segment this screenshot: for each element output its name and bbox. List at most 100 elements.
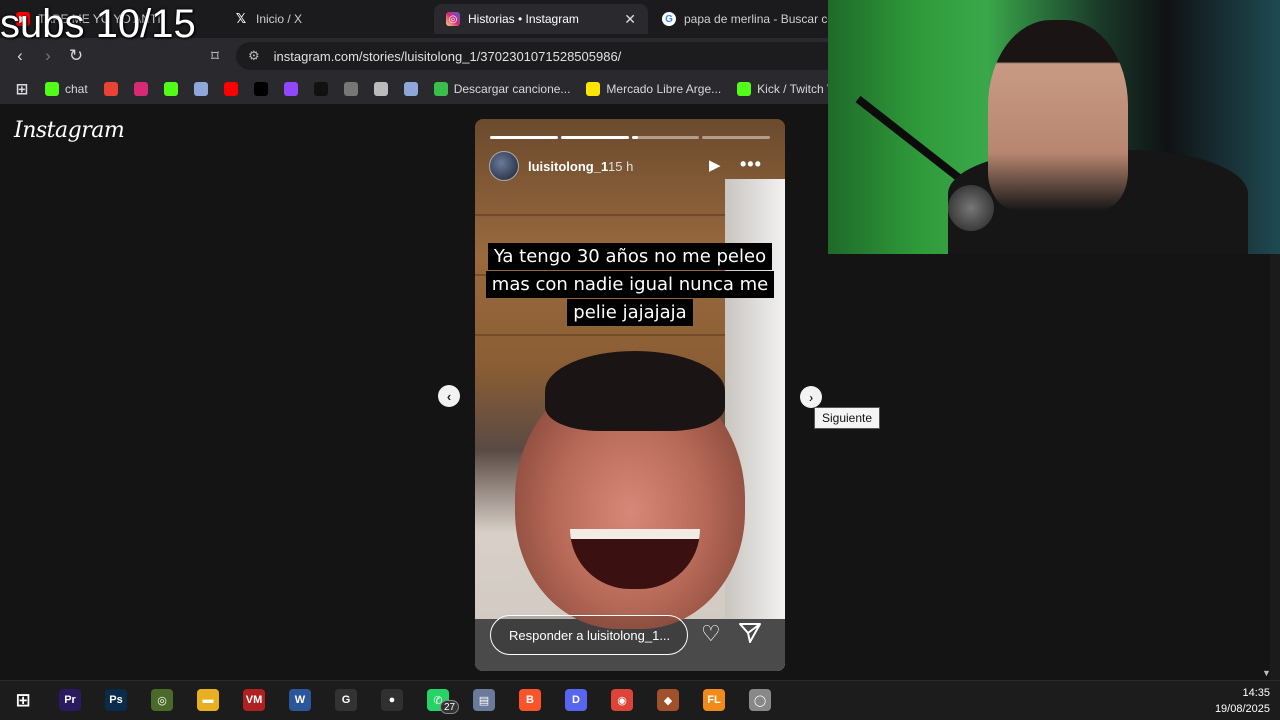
app-mouse-icon[interactable]: ◯ (749, 689, 771, 711)
bookmark-item[interactable] (279, 80, 303, 98)
logitech-icon[interactable]: G (335, 689, 357, 711)
tab-instagram-stories[interactable]: ◎ Historias • Instagram ✕ (434, 4, 648, 34)
instagram-icon (133, 82, 148, 96)
brave-icon[interactable]: B (519, 689, 541, 711)
apps-grid-icon: ⊞ (15, 81, 29, 98)
google-icon: G (662, 12, 676, 26)
address-bar[interactable]: ⚙ instagram.com/stories/luisitolong_1/37… (236, 42, 830, 70)
tab-label: Inicio / X (256, 12, 303, 26)
kick-icon (163, 82, 178, 96)
hand-cursor-icon: ☝ (803, 391, 813, 408)
chevron-left-icon: ‹ (446, 388, 452, 404)
bookmark-item[interactable] (99, 80, 123, 98)
bookmark-label: chat (65, 82, 88, 96)
forward-icon[interactable]: › (38, 46, 58, 66)
bookmark-item[interactable]: Descargar cancione... (429, 80, 576, 98)
story-caption: Ya tengo 30 años no me peleo mas con nad… (483, 243, 777, 327)
bookmark-item[interactable]: Kick / Twitch VC (732, 80, 830, 98)
windows-start-icon[interactable]: ⊞ (12, 689, 34, 711)
twitch-icon (283, 82, 298, 96)
webcam-overlay (828, 0, 1280, 254)
bookmark-item[interactable]: chat (40, 80, 93, 98)
story-user-avatar[interactable] (489, 151, 519, 181)
tab-google-search[interactable]: G papa de merlina - Buscar con (650, 4, 830, 34)
more-options-icon[interactable]: ••• (740, 154, 762, 175)
previous-story-button[interactable]: ‹ (438, 385, 460, 407)
story-progress-segment (560, 136, 629, 139)
story-time-ago: 15 h (608, 159, 634, 174)
bookmark-label: Kick / Twitch VC (757, 82, 830, 96)
bookmark-item[interactable] (369, 80, 393, 98)
tab-x-inicio[interactable]: 𝕏 Inicio / X (222, 4, 432, 34)
chrome-icon[interactable]: ◉ (611, 689, 633, 711)
story-username[interactable]: luisitolong_1 (528, 159, 608, 174)
ethereum-icon (403, 82, 418, 96)
app-target-icon[interactable]: ◎ (151, 689, 173, 711)
next-tooltip: Siguiente (814, 407, 881, 429)
photoshop-icon[interactable]: Ps (105, 689, 127, 711)
scroll-down-icon[interactable]: ▼ (1262, 668, 1271, 678)
reload-icon[interactable]: ↻ (66, 46, 86, 66)
send-icon[interactable] (739, 623, 761, 648)
windows-taskbar (0, 680, 1280, 720)
bookmark-item[interactable] (189, 80, 213, 98)
story-progress-current (631, 136, 639, 139)
bookmark-item[interactable] (219, 80, 243, 98)
close-tab-icon[interactable]: ✕ (624, 11, 636, 28)
bookmark-item[interactable] (129, 80, 153, 98)
tab-title-group: ◎ Historias • Instagram (446, 12, 579, 26)
story-caption-text: Ya tengo 30 años no me peleo mas con nad… (485, 243, 775, 326)
clock-time: 14:35 (1242, 687, 1270, 699)
youtube-icon (223, 82, 238, 96)
whatsapp-unread-badge: 27 (440, 700, 460, 714)
instagram-logo[interactable]: Instagram (14, 118, 125, 143)
instagram-icon: ◎ (446, 12, 460, 26)
bookmark-item[interactable] (399, 80, 423, 98)
bookmark-item[interactable] (249, 80, 273, 98)
bookmark-icon[interactable]: ⌑ (205, 46, 225, 66)
streamer-head (988, 20, 1128, 210)
premiere-icon[interactable]: Pr (59, 689, 81, 711)
bookmark-item[interactable] (159, 80, 183, 98)
story-progress-segment (702, 136, 770, 139)
gmail-icon (103, 82, 118, 96)
app-game-icon[interactable]: ◆ (657, 689, 679, 711)
fl-studio-icon[interactable]: FL (703, 689, 725, 711)
app-window-icon[interactable]: ▤ (473, 689, 495, 711)
word-icon[interactable]: W (289, 689, 311, 711)
x-icon (253, 82, 268, 96)
story-progress-segment (490, 136, 558, 139)
openai-icon (343, 82, 358, 96)
story-progress-segment (631, 136, 700, 139)
tiktok-icon (313, 82, 328, 96)
reply-input[interactable]: Responder a luisitolong_1... (490, 615, 688, 655)
kick-d-icon (737, 82, 752, 96)
url-text: instagram.com/stories/luisitolong_1/3702… (273, 48, 622, 64)
voicemeeter-icon[interactable]: VM (243, 689, 265, 711)
bookmarks-bar: ⊞ chat Descargar cancione... Mercado Libre … (0, 74, 830, 104)
story-viewer[interactable]: luisitolong_1 15 h ▶ ••• Ya tengo 30 año… (475, 119, 785, 671)
bookmark-item[interactable] (339, 80, 363, 98)
story-person-hair (545, 351, 725, 431)
subs-counter-overlay: subs 10/15 (0, 2, 196, 46)
music-icon (433, 82, 448, 96)
bookmark-item[interactable]: ⊞ (10, 80, 34, 98)
send-icon-svg (739, 623, 761, 643)
tab-label: Historias • Instagram (468, 12, 579, 26)
bookmark-label: Mercado Libre Arge... (606, 82, 722, 96)
discord-icon[interactable]: D (565, 689, 587, 711)
site-info-icon[interactable]: ⚙ (248, 48, 260, 64)
system-clock[interactable]: 14:35 19/08/2025 (1200, 685, 1270, 717)
microphone (948, 185, 994, 231)
bookmark-item[interactable]: Mercado Libre Arge... (581, 80, 726, 98)
bookmark-label: Descargar cancione... (453, 82, 571, 96)
kick-icon (45, 82, 59, 96)
file-explorer-icon[interactable]: ▬ (197, 689, 219, 711)
play-icon[interactable]: ▶ (709, 156, 721, 174)
mercadolibre-icon (586, 82, 601, 96)
bookmark-item[interactable] (309, 80, 333, 98)
x-icon: 𝕏 (235, 11, 247, 26)
heart-icon[interactable]: ♡ (701, 621, 721, 647)
obs-icon[interactable]: ● (381, 689, 403, 711)
back-icon[interactable]: ‹ (10, 46, 30, 66)
